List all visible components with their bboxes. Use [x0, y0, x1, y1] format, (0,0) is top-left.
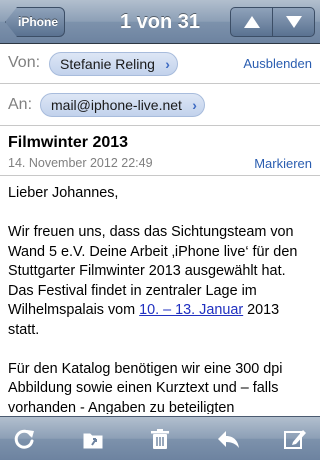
body-paragraph-1: Wir freuen uns, dass das Sichtungsteam v… [8, 223, 314, 340]
to-row: An: mail@iphone-live.net › [0, 84, 320, 126]
body-paragraph-2: Für den Katalog benötigen wir eine 300 d… [8, 360, 283, 415]
compose-icon [284, 429, 306, 449]
hide-details-button[interactable]: Ausblenden [243, 56, 312, 71]
back-button-label: iPhone [18, 15, 59, 29]
sender-name: Stefanie Reling [60, 56, 155, 72]
message-subject: Filmwinter 2013 [8, 134, 129, 151]
message-date: 14. November 2012 22:49 [8, 156, 153, 170]
recipient-chip[interactable]: mail@iphone-live.net › [40, 93, 205, 117]
mark-button[interactable]: Markieren [254, 156, 312, 171]
from-label: Von: [8, 54, 41, 71]
move-to-folder-icon [83, 433, 102, 448]
recipient-address: mail@iphone-live.net [51, 97, 182, 113]
chevron-right-icon: › [192, 97, 197, 113]
page-title: 1 von 31 [119, 11, 201, 33]
back-button[interactable]: iPhone [5, 7, 65, 37]
compose-button[interactable] [282, 426, 308, 452]
down-arrow-icon [285, 16, 302, 28]
trash-icon [151, 428, 169, 449]
reply-button[interactable] [215, 426, 241, 452]
previous-message-button[interactable] [231, 8, 272, 36]
up-arrow-icon [243, 16, 260, 28]
sender-chip[interactable]: Stefanie Reling › [49, 52, 178, 76]
subject-block: Filmwinter 2013 14. November 2012 22:49 … [0, 126, 320, 176]
message-body: Lieber Johannes, Wir freuen uns, dass da… [8, 184, 314, 414]
date-link[interactable]: 10. – 13. Januar [139, 302, 243, 318]
to-label: An: [8, 96, 33, 113]
bottom-toolbar [0, 416, 320, 460]
move-to-folder-button[interactable] [80, 426, 106, 452]
chevron-right-icon: › [165, 56, 170, 72]
from-row: Von: Stefanie Reling › Ausblenden [0, 44, 320, 84]
refresh-button[interactable] [12, 426, 38, 452]
navigation-bar: iPhone 1 von 31 [0, 0, 320, 44]
refresh-icon [14, 429, 34, 449]
trash-button[interactable] [147, 426, 173, 452]
greeting-text: Lieber Johannes, [8, 185, 119, 201]
next-message-button[interactable] [272, 8, 314, 36]
reply-icon [217, 430, 239, 448]
message-navigation-control [230, 7, 315, 37]
